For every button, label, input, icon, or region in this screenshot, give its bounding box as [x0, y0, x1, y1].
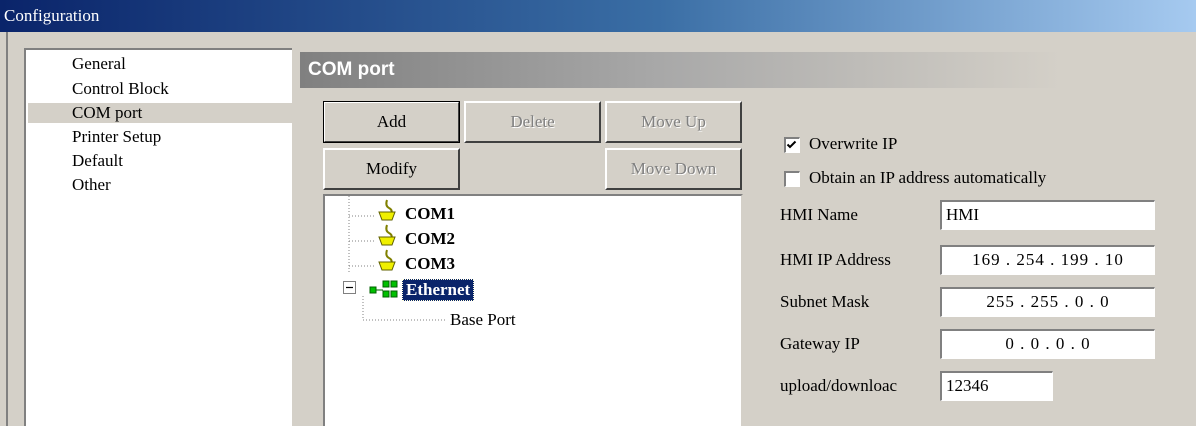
title-bar: Configuration	[0, 0, 1196, 32]
tree-node-label: Base Port	[450, 310, 516, 329]
serial-port-icon	[378, 249, 396, 271]
window-frame-edge	[6, 32, 8, 426]
modify-button-label: Modify	[366, 159, 417, 178]
subnet-mask-field[interactable]: 255 . 255 . 0 . 0	[940, 287, 1155, 317]
overwrite-ip-label: Overwrite IP	[809, 134, 898, 153]
tree-node-com3[interactable]: COM3	[405, 254, 455, 274]
modify-button[interactable]: Modify	[323, 148, 460, 190]
section-title: COM port	[308, 59, 395, 80]
move-down-button[interactable]: Move Down	[605, 148, 742, 190]
tree-node-ethernet[interactable]: Ethernet	[402, 279, 475, 301]
serial-port-icon	[378, 199, 396, 221]
upload-download-port-label: upload/downloac	[780, 376, 898, 395]
section-header: COM port	[300, 52, 1196, 88]
collapse-toggle-icon[interactable]	[343, 281, 356, 294]
category-list[interactable]: General Control Block COM port Printer S…	[24, 48, 292, 426]
move-up-button[interactable]: Move Up	[605, 101, 742, 143]
nav-item-general[interactable]: General	[28, 54, 292, 74]
add-button[interactable]: Add	[323, 101, 460, 143]
subnet-mask-label: Subnet Mask	[780, 292, 870, 311]
nav-item-label: Control Block	[72, 79, 169, 98]
serial-port-icon	[378, 224, 396, 246]
port-tree[interactable]: COM1 COM2 COM3 Ethernet Base Port	[323, 194, 743, 426]
nav-item-label: Default	[72, 151, 123, 170]
gateway-ip-label: Gateway IP	[780, 334, 860, 353]
window-title: Configuration	[4, 6, 100, 25]
delete-button[interactable]: Delete	[464, 101, 601, 143]
nav-item-com-port[interactable]: COM port	[28, 103, 292, 123]
hmi-name-label: HMI Name	[780, 205, 858, 224]
checkmark-icon	[786, 140, 797, 149]
move-down-button-label: Move Down	[630, 159, 717, 178]
tree-node-base-port[interactable]: Base Port	[450, 310, 516, 330]
upload-download-port-field[interactable]: 12346	[940, 371, 1053, 401]
nav-item-control-block[interactable]: Control Block	[28, 79, 292, 99]
hmi-ip-label: HMI IP Address	[780, 250, 891, 269]
nav-item-label: Printer Setup	[72, 127, 162, 146]
move-up-button-label: Move Up	[641, 112, 706, 131]
tree-node-label: Ethernet	[406, 280, 471, 299]
nav-item-label: COM port	[72, 103, 143, 122]
delete-button-label: Delete	[510, 112, 555, 131]
overwrite-ip-checkbox[interactable]	[784, 137, 800, 153]
add-button-label: Add	[376, 112, 407, 131]
nav-item-default[interactable]: Default	[28, 151, 292, 171]
hmi-ip-field[interactable]: 169 . 254 . 199 . 10	[940, 245, 1155, 275]
tree-node-label: COM2	[405, 229, 456, 248]
network-icon	[369, 280, 398, 298]
nav-item-label: Other	[72, 175, 111, 194]
gateway-ip-field[interactable]: 0 . 0 . 0 . 0	[940, 329, 1155, 359]
tree-node-com2[interactable]: COM2	[405, 229, 455, 249]
tree-node-label: COM1	[405, 204, 456, 223]
obtain-ip-auto-checkbox[interactable]	[784, 171, 800, 187]
nav-item-other[interactable]: Other	[28, 175, 292, 195]
obtain-ip-auto-label: Obtain an IP address automatically	[809, 168, 1047, 187]
nav-item-label: General	[72, 54, 126, 73]
tree-node-label: COM3	[405, 254, 456, 273]
hmi-name-field[interactable]: HMI	[940, 200, 1155, 230]
nav-item-printer-setup[interactable]: Printer Setup	[28, 127, 292, 147]
tree-node-com1[interactable]: COM1	[405, 204, 455, 224]
